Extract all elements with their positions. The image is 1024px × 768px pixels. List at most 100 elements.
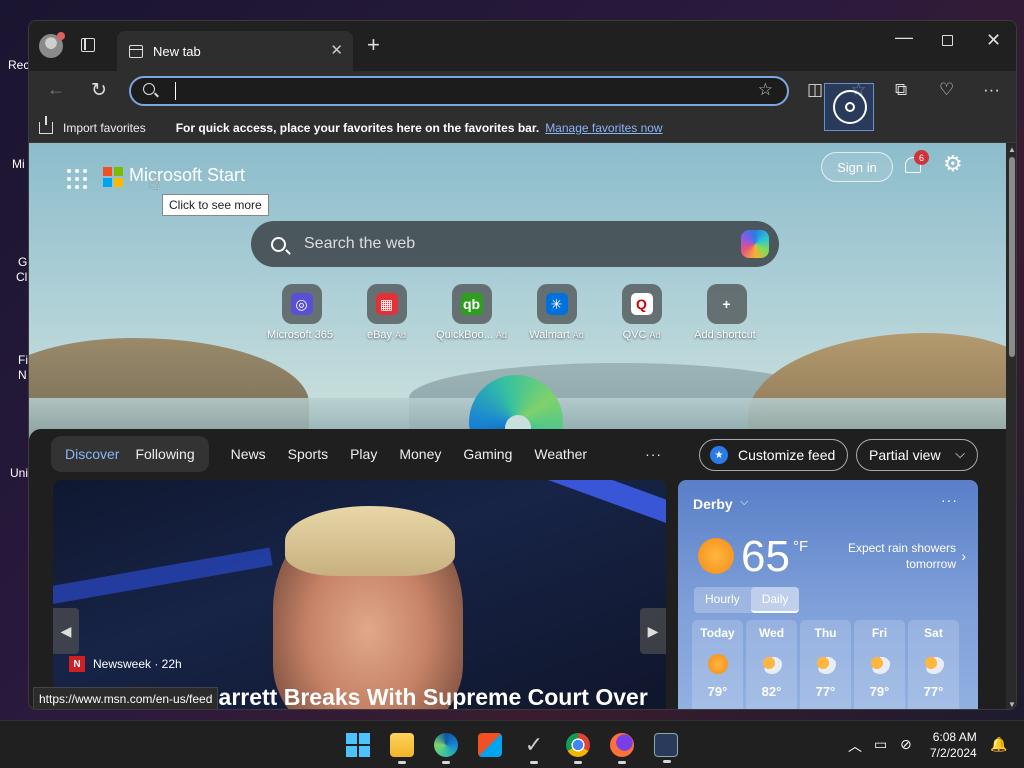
quick-link-2[interactable]: qb QuickBoo... Ad: [429, 284, 514, 341]
manage-favorites-link[interactable]: Manage favorites now: [545, 121, 662, 135]
split-screen-icon[interactable]: ◫: [807, 80, 823, 100]
more-options-icon[interactable]: ···: [941, 492, 958, 508]
tab-new-tab[interactable]: New tab ✕: [117, 31, 353, 71]
start-button-windows-icon[interactable]: [346, 733, 370, 757]
tooltip: Click to see more: [162, 194, 269, 216]
system-clock[interactable]: 6:08 AM 7/2/2024: [930, 729, 977, 761]
edge-icon[interactable]: [434, 733, 458, 764]
quick-link-0[interactable]: ◎ Microsoft 365: [259, 284, 344, 341]
forecast-day[interactable]: Sat77°69°: [908, 620, 959, 709]
desktop-label-n[interactable]: N: [18, 368, 27, 383]
firefox-icon[interactable]: [610, 733, 634, 764]
desktop-label-cl[interactable]: Cl: [16, 270, 27, 285]
hero-image-stripe: [53, 547, 273, 611]
refresh-button[interactable]: ↻: [91, 79, 107, 102]
page-scrollbar[interactable]: ▲ ▼: [1006, 143, 1016, 709]
forecast-high: 79°: [869, 684, 890, 699]
desktop-label-mi[interactable]: Mi: [12, 157, 25, 172]
nav-money[interactable]: Money: [399, 446, 441, 462]
scroll-up-arrow-icon[interactable]: ▲: [1008, 145, 1016, 154]
quick-link-tile[interactable]: ◎: [281, 284, 322, 324]
feed-nav: Discover Following News Sports Play Mone…: [51, 435, 662, 473]
forecast-day[interactable]: Today79°65°: [692, 620, 743, 709]
close-window-button[interactable]: ✕: [986, 30, 1001, 51]
tab-hourly[interactable]: Hourly: [694, 587, 751, 613]
partial-view-label: Partial view: [869, 447, 941, 463]
quick-link-5[interactable]: + Add shortcut: [684, 284, 769, 341]
nav-play[interactable]: Play: [350, 446, 377, 462]
customize-feed-button[interactable]: ★ Customize feed: [699, 439, 848, 471]
nav-news[interactable]: News: [231, 446, 266, 462]
quick-link-name: Microsoft 365: [266, 329, 334, 341]
show-hidden-icons-chevron[interactable]: ︿: [848, 736, 862, 756]
nav-more-icon[interactable]: ···: [645, 446, 662, 462]
tab-actions-icon[interactable]: [81, 38, 95, 52]
collections-icon[interactable]: ⧉: [895, 80, 907, 100]
quick-link-1[interactable]: ▦ eBay Ad: [344, 284, 429, 341]
weather-card[interactable]: Derby ⌵ ··· 65 °F Expect rain showers to…: [678, 480, 978, 709]
browser-essentials-icon[interactable]: ♡: [939, 80, 954, 100]
tab-discover[interactable]: Discover: [57, 446, 127, 462]
address-bar[interactable]: ☆: [129, 76, 789, 106]
notification-center-icon[interactable]: 🔔: [990, 736, 1007, 753]
copilot-icon[interactable]: [741, 230, 769, 258]
microsoft-logo-icon[interactable]: [103, 167, 123, 187]
quick-link-tile[interactable]: qb: [451, 284, 492, 324]
microsoft-start-brand[interactable]: Microsoft Start: [129, 165, 245, 186]
weather-condition[interactable]: Expect rain showers tomorrow: [826, 540, 956, 572]
nav-gaming[interactable]: Gaming: [463, 446, 512, 462]
network-disconnected-icon[interactable]: ⊘: [900, 736, 912, 753]
web-search-box[interactable]: Search the web: [251, 221, 779, 267]
quick-link-tile[interactable]: +: [706, 284, 747, 324]
desktop-label-g[interactable]: G: [18, 255, 27, 270]
new-tab-button[interactable]: +: [367, 33, 380, 57]
import-favorites-button[interactable]: Import favorites: [63, 121, 146, 135]
forecast-day[interactable]: Thu77°66°: [800, 620, 851, 709]
address-input[interactable]: [175, 82, 735, 100]
new-tab-page: Microsoft Start ☝ Click to see more Sign…: [29, 143, 1016, 709]
microsoft-store-icon[interactable]: [478, 733, 502, 757]
forecast-day-name: Fri: [871, 626, 888, 640]
settings-more-icon[interactable]: ···: [983, 80, 1000, 100]
carousel-next-button[interactable]: ▶: [640, 608, 666, 654]
maximize-button[interactable]: [942, 35, 953, 46]
page-settings-gear-icon[interactable]: ⚙: [943, 153, 963, 175]
chevron-down-icon[interactable]: ⌵: [740, 496, 748, 509]
display-icon[interactable]: ▭: [874, 736, 887, 753]
forecast-day[interactable]: Fri79°71°: [854, 620, 905, 709]
tab-following[interactable]: Following: [127, 446, 202, 462]
partial-view-dropdown[interactable]: Partial view ⌵: [856, 439, 978, 471]
desktop-label-recycle[interactable]: Rec: [8, 58, 29, 73]
taskbar: ✓ ︿ ▭ ⊘ 6:08 AM 7/2/2024 🔔: [0, 720, 1024, 768]
temperature-unit[interactable]: °F: [793, 538, 808, 555]
quick-link-tile[interactable]: ✳: [536, 284, 577, 324]
minimize-button[interactable]: —: [895, 27, 913, 48]
weather-location[interactable]: Derby: [693, 496, 733, 512]
profile-avatar[interactable]: [39, 32, 65, 58]
forecast-day[interactable]: Wed82°69°: [746, 620, 797, 709]
nav-weather[interactable]: Weather: [534, 446, 587, 462]
nav-sports[interactable]: Sports: [288, 446, 328, 462]
quick-link-4[interactable]: Q QVC Ad: [599, 284, 684, 341]
sign-in-button[interactable]: Sign in: [821, 152, 893, 182]
scroll-down-arrow-icon[interactable]: ▼: [1008, 700, 1016, 709]
file-explorer-icon[interactable]: [390, 733, 414, 764]
app-launcher-icon[interactable]: [67, 169, 87, 189]
desktop-label-uni[interactable]: Uni: [10, 466, 28, 481]
carousel-prev-button[interactable]: ◀: [53, 608, 79, 654]
hero-news-card[interactable]: ◀ ▶ N Newsweek · 22h Amy Coney Barrett B…: [53, 480, 666, 709]
close-tab-icon[interactable]: ✕: [330, 43, 343, 59]
scroll-thumb[interactable]: [1009, 157, 1015, 357]
quick-link-tile[interactable]: ▦: [366, 284, 407, 324]
quick-link-3[interactable]: ✳ Walmart Ad: [514, 284, 599, 341]
chrome-icon[interactable]: [566, 733, 590, 764]
tab-daily[interactable]: Daily: [750, 587, 800, 613]
checkmark-app-icon[interactable]: ✓: [522, 733, 546, 764]
quick-link-tile[interactable]: Q: [621, 284, 662, 324]
add-favorite-star-icon[interactable]: ☆: [758, 80, 773, 100]
terminal-app-icon[interactable]: [654, 733, 678, 763]
chevron-right-icon[interactable]: ›: [961, 548, 966, 564]
back-button[interactable]: ←: [47, 79, 65, 100]
desktop-label-fi[interactable]: Fi: [18, 353, 28, 368]
clock-time: 6:08 AM: [932, 730, 977, 744]
